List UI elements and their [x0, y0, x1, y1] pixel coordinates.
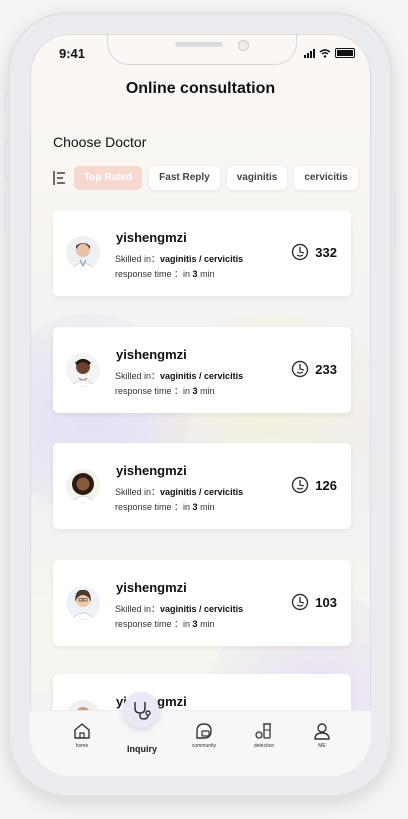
wifi-icon — [319, 48, 331, 58]
consultation-count-value: 332 — [315, 244, 337, 260]
consultation-count-value: 103 — [315, 594, 337, 610]
side-button — [4, 92, 8, 114]
doctor-response-time: response time ：in 3 min — [115, 502, 215, 512]
battery-icon — [335, 48, 355, 58]
filter-chip-vaginitis[interactable]: vaginitis — [226, 166, 288, 190]
consultation-count: 126 — [291, 476, 337, 494]
page-title: Online consultation — [125, 80, 276, 97]
consultation-count-value: 126 — [315, 477, 337, 493]
doctor-avatar — [66, 586, 100, 620]
doctor-name: yishengmzi — [116, 347, 187, 362]
doctor-avatar — [66, 236, 100, 270]
doctor-name: yishengmzi — [116, 580, 187, 595]
tab-home[interactable]: home — [57, 721, 107, 749]
app-screen: 9:41 Online consultation Choose Doctor T… — [30, 34, 371, 776]
consultation-count: 332 — [291, 243, 337, 261]
test-tube-icon — [255, 723, 271, 739]
camera — [238, 40, 249, 51]
tab-home-label: home — [75, 743, 89, 749]
consultation-count-icon — [292, 243, 309, 261]
doctor-response-time: response time ：in 3 min — [115, 269, 215, 279]
tab-detection-label: detection — [253, 743, 275, 749]
doctor-name: yishengmzi — [116, 230, 187, 245]
doctor-avatar — [66, 469, 100, 503]
section-title: Choose Doctor — [53, 134, 147, 150]
doctor-name: yishengmzi — [116, 463, 187, 478]
doctor-skills: Skilled in：vaginitis / cervicitis — [115, 487, 244, 497]
doctor-card[interactable]: yishengmzi Skilled in：vaginitis / cervic… — [53, 210, 351, 296]
user-icon — [314, 723, 330, 740]
doctor-skills: Skilled in：vaginitis / cervicitis — [115, 604, 244, 614]
doctor-card[interactable]: yishengmzi Skilled in：vaginitis / cervic… — [53, 560, 351, 646]
speaker — [175, 42, 223, 47]
status-icons — [304, 48, 355, 58]
doctor-response-time: response time ：in 3 min — [115, 619, 215, 629]
volume-up-button — [4, 140, 8, 180]
doctor-skills: Skilled in：vaginitis / cervicitis — [115, 371, 244, 381]
tab-me-label: ME — [318, 743, 326, 749]
doctor-card[interactable]: yishengmzi Skilled in：vaginitis / cervic… — [53, 327, 351, 413]
home-icon — [74, 723, 90, 739]
status-time: 9:41 — [59, 46, 86, 61]
filter-chip-top-rated[interactable]: Top Rated — [74, 166, 143, 190]
filter-chip-cervicitis[interactable]: cervicitis — [294, 166, 358, 190]
stethoscope-icon — [134, 702, 151, 720]
tab-community[interactable]: community — [179, 721, 229, 749]
consultation-count: 233 — [291, 360, 337, 378]
filter-chip-fast-reply[interactable]: Fast Reply — [149, 166, 220, 190]
filter-bar: Top Rated Fast Reply vaginitis cerviciti… — [53, 166, 365, 190]
consultation-count: 103 — [291, 593, 337, 611]
power-button — [392, 190, 396, 250]
bottom-tab-bar: home community detection ME — [30, 710, 371, 776]
tab-detection[interactable]: detection — [239, 721, 289, 749]
tab-community-label: community — [191, 743, 217, 749]
doctor-skills: Skilled in：vaginitis / cervicitis — [115, 254, 244, 264]
community-chat-icon — [196, 723, 212, 739]
tab-me[interactable]: ME — [297, 721, 347, 749]
consultation-count-icon — [292, 476, 309, 494]
volume-down-button — [4, 192, 8, 232]
consultation-count-value: 233 — [315, 361, 337, 377]
doctor-avatar — [66, 353, 100, 387]
notch — [107, 34, 297, 65]
doctor-response-time: response time ：in 3 min — [115, 386, 215, 396]
tab-inquiry[interactable] — [123, 692, 159, 728]
doctor-card[interactable]: yishengmzi Skilled in：vaginitis / cervic… — [53, 443, 351, 529]
consultation-count-icon — [292, 360, 309, 378]
filter-list-icon[interactable] — [53, 170, 67, 186]
consultation-count-icon — [292, 593, 309, 611]
tab-inquiry-label: Inquiry — [126, 744, 157, 754]
signal-icon — [304, 48, 315, 58]
